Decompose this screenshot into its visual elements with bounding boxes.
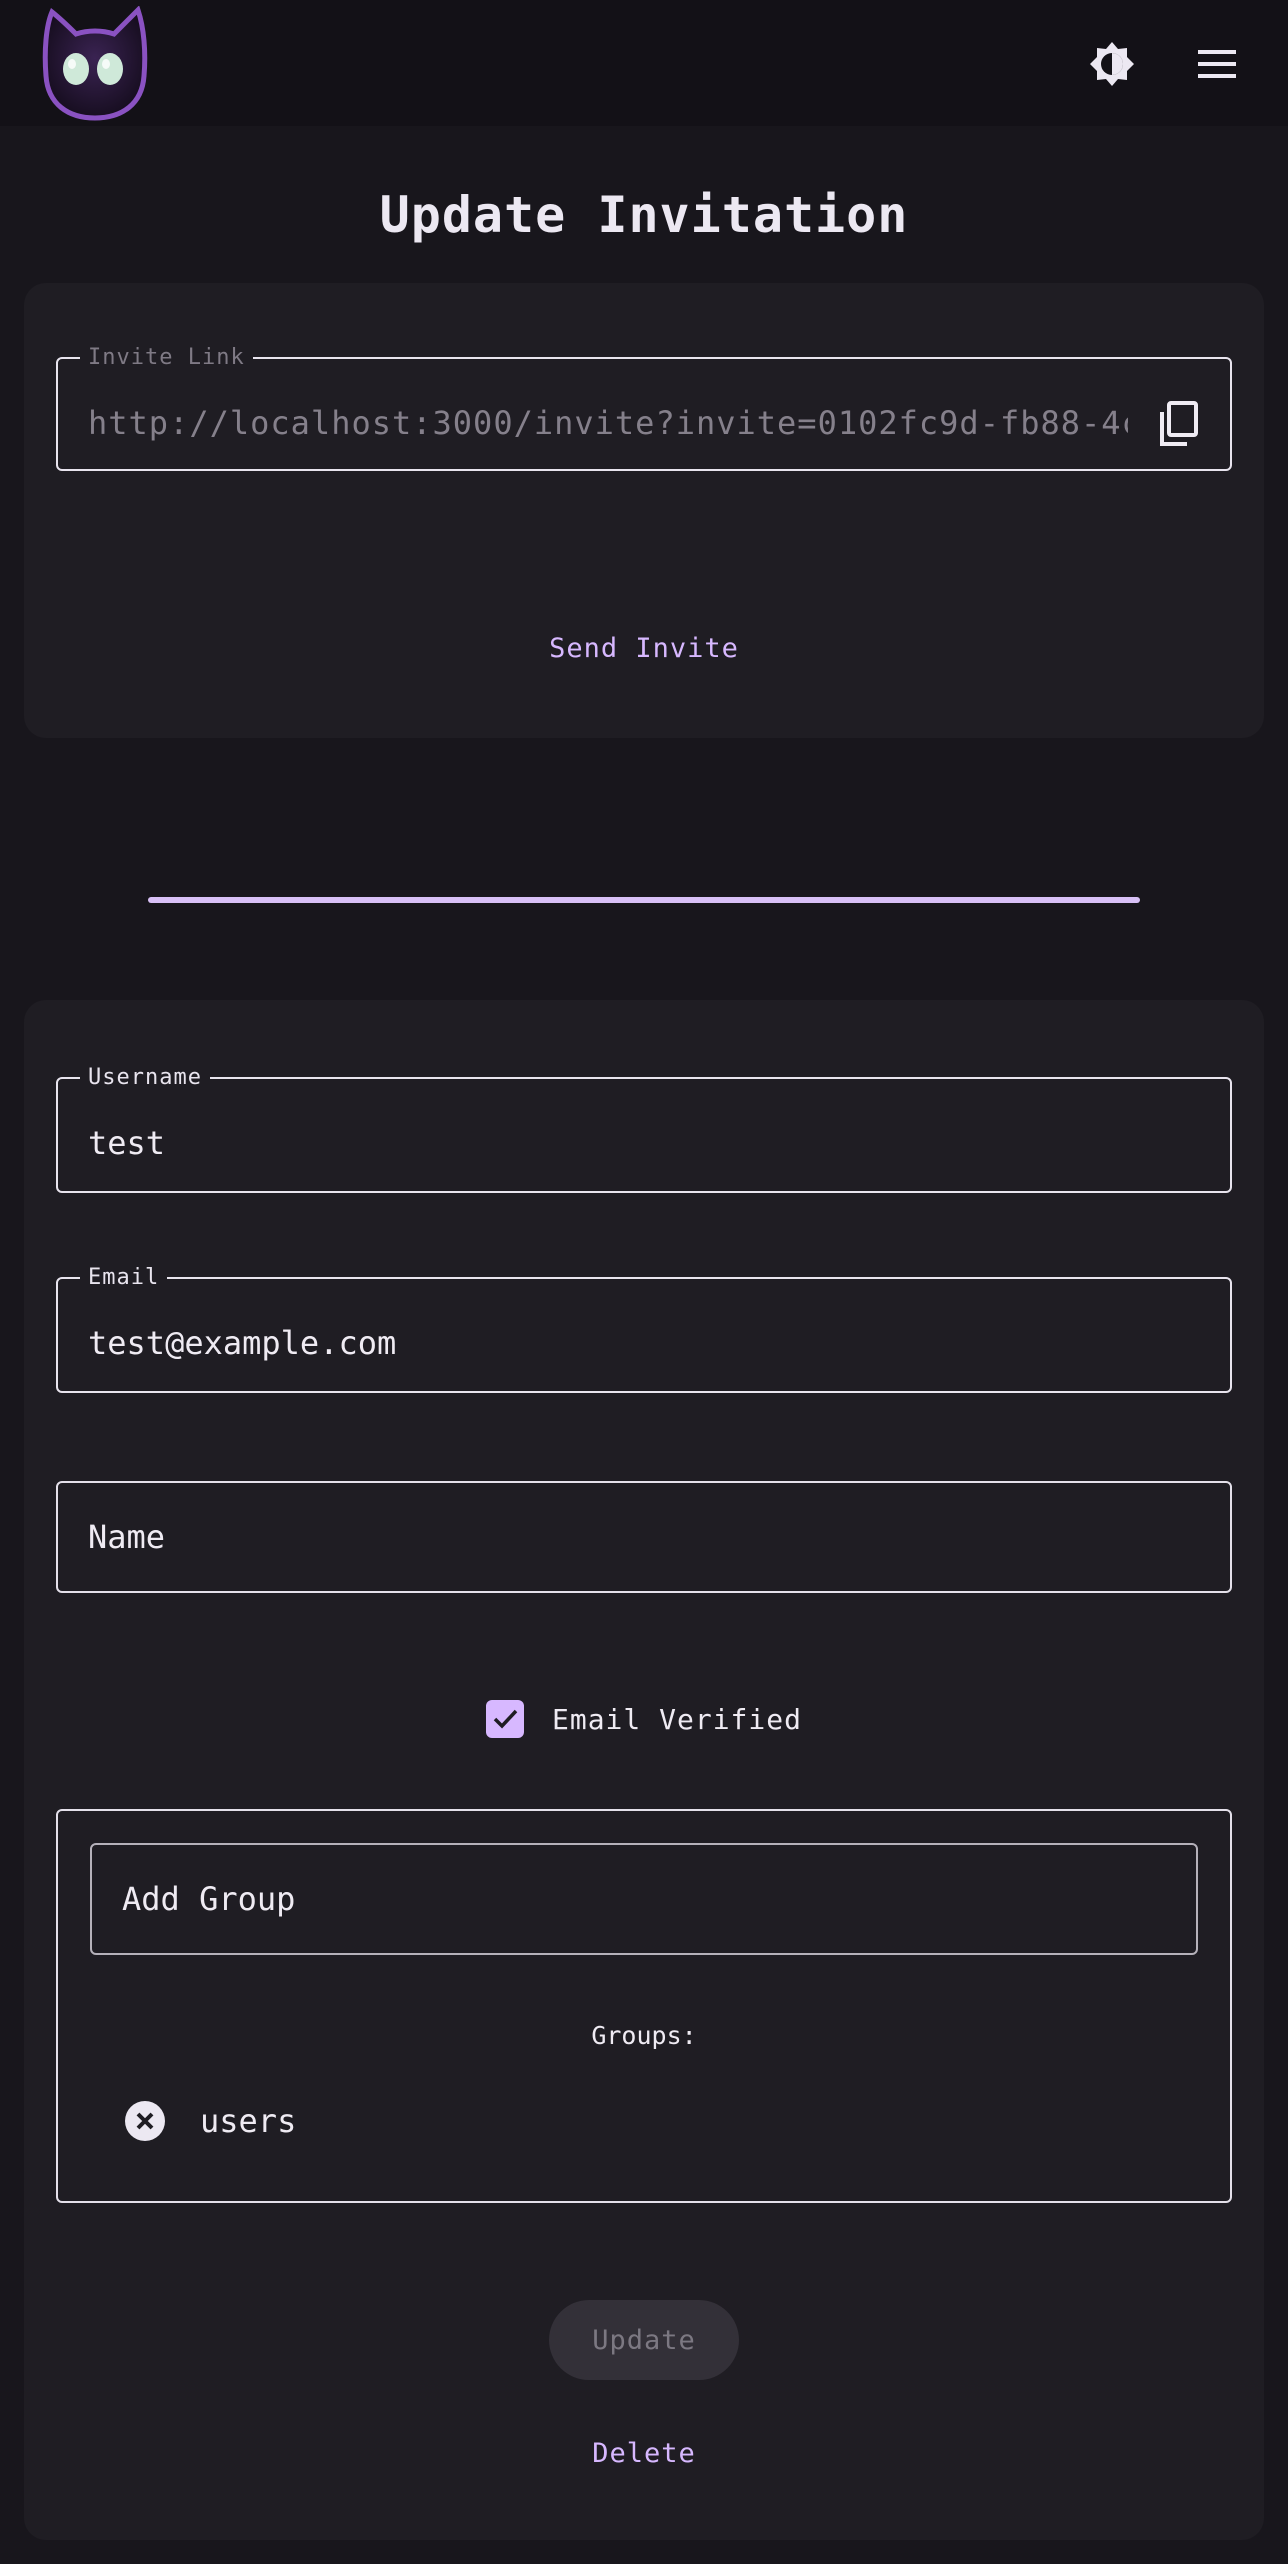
username-label: Username [88,1065,202,1090]
invite-card: Invite Link http://localhost:3000/invite… [24,283,1264,738]
email-verified-checkbox[interactable] [485,1700,524,1738]
delete-button[interactable]: Delete [24,2438,1264,2469]
email-value[interactable]: test@example.com [88,1324,396,1362]
email-verified-row: Email Verified [24,1699,1264,1739]
section-divider [148,897,1140,903]
invite-link-field[interactable]: Invite Link http://localhost:3000/invite… [56,345,1232,471]
email-label: Email [88,1265,160,1290]
name-input[interactable]: Name [56,1481,1232,1593]
name-placeholder: Name [88,1518,166,1556]
username-value[interactable]: test [88,1124,165,1162]
update-button[interactable]: Update [549,2300,739,2380]
checkmark-icon [493,1709,518,1729]
send-invite-button[interactable]: Send Invite [24,633,1264,664]
group-name: users [200,2102,297,2140]
theme-toggle-icon[interactable] [1084,36,1140,92]
add-group-placeholder: Add Group [122,1880,296,1918]
username-field[interactable]: Username test [56,1065,1232,1193]
group-item: users [124,2100,296,2142]
invite-link-value[interactable]: http://localhost:3000/invite?invite=0102… [88,404,1128,442]
email-verified-label: Email Verified [551,1702,802,1736]
hamburger-menu-icon[interactable] [1190,36,1246,92]
email-field[interactable]: Email test@example.com [56,1265,1232,1393]
invite-link-label: Invite Link [88,345,245,370]
groups-label: Groups: [591,2021,697,2050]
groups-section: Add Group Groups: users [56,1809,1232,2203]
top-bar [0,0,1288,126]
copy-icon[interactable] [1156,400,1200,448]
page-title: Update Invitation [379,186,909,244]
add-group-input[interactable]: Add Group [90,1843,1198,1955]
cat-logo-icon[interactable] [36,5,154,122]
remove-group-icon[interactable] [124,2100,166,2142]
invitation-form-card: Username test Email test@example.com Nam… [24,1000,1264,2540]
